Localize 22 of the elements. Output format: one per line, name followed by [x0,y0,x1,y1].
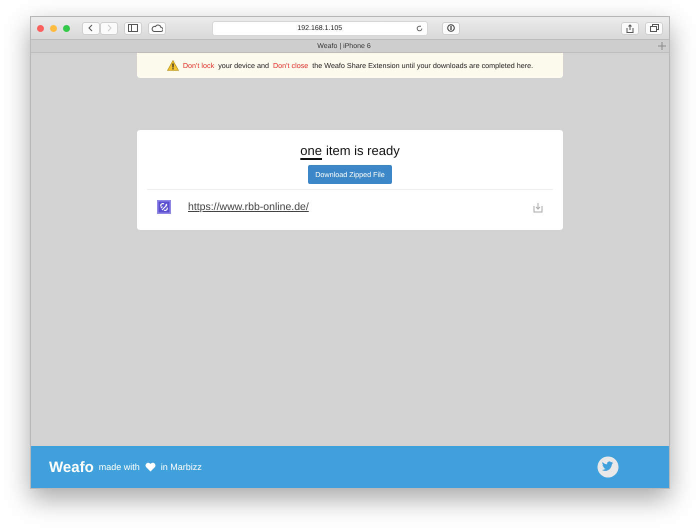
chevron-left-icon [88,24,94,32]
back-button[interactable] [82,22,100,34]
share-button[interactable] [621,22,639,34]
sidebar-icon [128,24,138,32]
heart-icon [144,462,156,472]
footer-brand: Weafo [49,458,94,476]
reader-button[interactable] [442,22,460,34]
chevron-right-icon [106,24,112,32]
reload-icon[interactable] [416,24,423,32]
info-icon [446,24,455,32]
card-heading: item is ready [326,143,400,158]
item-link[interactable]: https://www.rbb-online.de/ [188,201,516,213]
link-icon [157,200,171,214]
footer-text: in Marbizz [160,462,202,472]
item-count: one [300,143,322,158]
tabs-icon [650,24,658,32]
share-icon [626,24,634,32]
sidebar-button[interactable] [124,22,142,34]
tabs-button[interactable] [645,22,663,34]
footer-text: made with [98,462,140,472]
warning-icon [166,60,179,71]
cloud-button[interactable] [148,22,166,34]
